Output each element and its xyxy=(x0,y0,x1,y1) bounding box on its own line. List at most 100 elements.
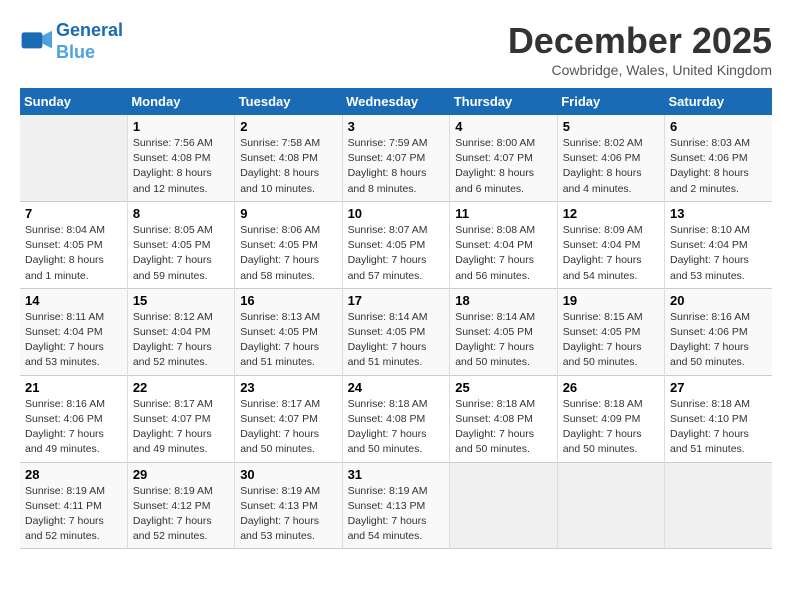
day-number: 16 xyxy=(240,293,336,308)
day-number: 18 xyxy=(455,293,551,308)
day-number: 10 xyxy=(348,206,445,221)
calendar-header-row: SundayMondayTuesdayWednesdayThursdayFrid… xyxy=(20,88,772,115)
day-number: 31 xyxy=(348,467,445,482)
day-number: 1 xyxy=(133,119,229,134)
page-header: General Blue December 2025 Cowbridge, Wa… xyxy=(20,20,772,78)
calendar-cell: 8Sunrise: 8:05 AM Sunset: 4:05 PM Daylig… xyxy=(127,201,234,288)
column-header-saturday: Saturday xyxy=(665,88,773,115)
day-number: 11 xyxy=(455,206,551,221)
logo-text: General Blue xyxy=(56,20,123,63)
calendar-cell: 3 Sunrise: 7:59 AM Sunset: 4:07 PM Daylig… xyxy=(342,115,450,201)
day-number: 24 xyxy=(348,380,445,395)
calendar-cell: 22 Sunrise: 8:17 AM Sunset: 4:07 PM Dayli… xyxy=(127,375,234,462)
day-number: 29 xyxy=(133,467,229,482)
calendar-cell: 14Sunrise: 8:11 AM Sunset: 4:04 PM Dayli… xyxy=(20,288,127,375)
calendar-cell: 13Sunrise: 8:10 AM Sunset: 4:04 PM Dayli… xyxy=(665,201,773,288)
calendar-cell: 27 Sunrise: 8:18 AM Sunset: 4:10 PM Dayli… xyxy=(665,375,773,462)
calendar-week-row: 14Sunrise: 8:11 AM Sunset: 4:04 PM Dayli… xyxy=(20,288,772,375)
day-number: 19 xyxy=(563,293,659,308)
day-info: Sunrise: 8:17 AM Sunset: 4:07 PM Dayligh… xyxy=(133,397,229,458)
day-info: Sunrise: 8:12 AM Sunset: 4:04 PM Dayligh… xyxy=(133,310,229,371)
day-info: Sunrise: 8:14 AM Sunset: 4:05 PM Dayligh… xyxy=(455,310,551,371)
column-header-tuesday: Tuesday xyxy=(235,88,342,115)
calendar-cell: 1 Sunrise: 7:56 AM Sunset: 4:08 PM Daylig… xyxy=(127,115,234,201)
calendar-cell: 23 Sunrise: 8:17 AM Sunset: 4:07 PM Dayli… xyxy=(235,375,342,462)
calendar-cell: 12 Sunrise: 8:09 AM Sunset: 4:04 PM Dayli… xyxy=(557,201,664,288)
calendar-cell: 11Sunrise: 8:08 AM Sunset: 4:04 PM Dayli… xyxy=(450,201,557,288)
calendar-table: SundayMondayTuesdayWednesdayThursdayFrid… xyxy=(20,88,772,549)
day-number: 12 xyxy=(563,206,659,221)
calendar-cell: 16 Sunrise: 8:13 AM Sunset: 4:05 PM Dayli… xyxy=(235,288,342,375)
day-number: 26 xyxy=(563,380,659,395)
column-header-sunday: Sunday xyxy=(20,88,127,115)
logo: General Blue xyxy=(20,20,123,63)
day-number: 27 xyxy=(670,380,767,395)
day-number: 20 xyxy=(670,293,767,308)
calendar-cell: 30Sunrise: 8:19 AM Sunset: 4:13 PM Dayli… xyxy=(235,462,342,549)
day-info: Sunrise: 8:15 AM Sunset: 4:05 PM Dayligh… xyxy=(563,310,659,371)
day-number: 22 xyxy=(133,380,229,395)
day-number: 5 xyxy=(563,119,659,134)
calendar-cell: 20 Sunrise: 8:16 AM Sunset: 4:06 PM Dayli… xyxy=(665,288,773,375)
day-number: 14 xyxy=(25,293,122,308)
month-title: December 2025 xyxy=(508,20,772,62)
day-info: Sunrise: 8:13 AM Sunset: 4:05 PM Dayligh… xyxy=(240,310,336,371)
calendar-cell: 29Sunrise: 8:19 AM Sunset: 4:12 PM Dayli… xyxy=(127,462,234,549)
day-number: 2 xyxy=(240,119,336,134)
calendar-cell: 5Sunrise: 8:02 AM Sunset: 4:06 PM Daylig… xyxy=(557,115,664,201)
calendar-cell xyxy=(557,462,664,549)
calendar-week-row: 7Sunrise: 8:04 AM Sunset: 4:05 PM Daylig… xyxy=(20,201,772,288)
column-header-thursday: Thursday xyxy=(450,88,557,115)
day-number: 28 xyxy=(25,467,122,482)
day-info: Sunrise: 8:18 AM Sunset: 4:08 PM Dayligh… xyxy=(455,397,551,458)
calendar-cell: 2 Sunrise: 7:58 AM Sunset: 4:08 PM Daylig… xyxy=(235,115,342,201)
calendar-cell: 25 Sunrise: 8:18 AM Sunset: 4:08 PM Dayli… xyxy=(450,375,557,462)
calendar-week-row: 21 Sunrise: 8:16 AM Sunset: 4:06 PM Dayli… xyxy=(20,375,772,462)
calendar-cell: 18 Sunrise: 8:14 AM Sunset: 4:05 PM Dayli… xyxy=(450,288,557,375)
day-info: Sunrise: 8:19 AM Sunset: 4:11 PM Dayligh… xyxy=(25,484,122,545)
location: Cowbridge, Wales, United Kingdom xyxy=(508,62,772,78)
calendar-cell: 28 Sunrise: 8:19 AM Sunset: 4:11 PM Dayli… xyxy=(20,462,127,549)
day-info: Sunrise: 7:56 AM Sunset: 4:08 PM Dayligh… xyxy=(133,136,229,197)
day-info: Sunrise: 8:07 AM Sunset: 4:05 PM Dayligh… xyxy=(348,223,445,284)
calendar-cell xyxy=(665,462,773,549)
column-header-wednesday: Wednesday xyxy=(342,88,450,115)
day-number: 8 xyxy=(133,206,229,221)
day-info: Sunrise: 8:16 AM Sunset: 4:06 PM Dayligh… xyxy=(25,397,122,458)
calendar-cell: 24 Sunrise: 8:18 AM Sunset: 4:08 PM Dayli… xyxy=(342,375,450,462)
calendar-cell: 4Sunrise: 8:00 AM Sunset: 4:07 PM Daylig… xyxy=(450,115,557,201)
day-info: Sunrise: 8:18 AM Sunset: 4:09 PM Dayligh… xyxy=(563,397,659,458)
calendar-cell: 17 Sunrise: 8:14 AM Sunset: 4:05 PM Dayli… xyxy=(342,288,450,375)
day-info: Sunrise: 8:17 AM Sunset: 4:07 PM Dayligh… xyxy=(240,397,336,458)
day-number: 21 xyxy=(25,380,122,395)
calendar-cell: 21 Sunrise: 8:16 AM Sunset: 4:06 PM Dayli… xyxy=(20,375,127,462)
calendar-cell: 10 Sunrise: 8:07 AM Sunset: 4:05 PM Dayli… xyxy=(342,201,450,288)
day-number: 15 xyxy=(133,293,229,308)
calendar-cell: 31 Sunrise: 8:19 AM Sunset: 4:13 PM Dayli… xyxy=(342,462,450,549)
day-info: Sunrise: 8:10 AM Sunset: 4:04 PM Dayligh… xyxy=(670,223,767,284)
calendar-cell: 7Sunrise: 8:04 AM Sunset: 4:05 PM Daylig… xyxy=(20,201,127,288)
title-block: December 2025 Cowbridge, Wales, United K… xyxy=(508,20,772,78)
column-header-monday: Monday xyxy=(127,88,234,115)
day-info: Sunrise: 7:59 AM Sunset: 4:07 PM Dayligh… xyxy=(348,136,445,197)
day-info: Sunrise: 8:06 AM Sunset: 4:05 PM Dayligh… xyxy=(240,223,336,284)
calendar-week-row: 1 Sunrise: 7:56 AM Sunset: 4:08 PM Daylig… xyxy=(20,115,772,201)
day-info: Sunrise: 8:14 AM Sunset: 4:05 PM Dayligh… xyxy=(348,310,445,371)
day-info: Sunrise: 8:09 AM Sunset: 4:04 PM Dayligh… xyxy=(563,223,659,284)
day-info: Sunrise: 8:18 AM Sunset: 4:10 PM Dayligh… xyxy=(670,397,767,458)
day-info: Sunrise: 8:00 AM Sunset: 4:07 PM Dayligh… xyxy=(455,136,551,197)
calendar-cell: 9Sunrise: 8:06 AM Sunset: 4:05 PM Daylig… xyxy=(235,201,342,288)
day-info: Sunrise: 8:18 AM Sunset: 4:08 PM Dayligh… xyxy=(348,397,445,458)
day-info: Sunrise: 8:16 AM Sunset: 4:06 PM Dayligh… xyxy=(670,310,767,371)
calendar-week-row: 28 Sunrise: 8:19 AM Sunset: 4:11 PM Dayli… xyxy=(20,462,772,549)
day-number: 17 xyxy=(348,293,445,308)
day-info: Sunrise: 8:03 AM Sunset: 4:06 PM Dayligh… xyxy=(670,136,767,197)
calendar-cell: 19 Sunrise: 8:15 AM Sunset: 4:05 PM Dayli… xyxy=(557,288,664,375)
day-number: 23 xyxy=(240,380,336,395)
logo-icon xyxy=(20,26,52,58)
day-number: 25 xyxy=(455,380,551,395)
day-number: 3 xyxy=(348,119,445,134)
day-info: Sunrise: 7:58 AM Sunset: 4:08 PM Dayligh… xyxy=(240,136,336,197)
day-info: Sunrise: 8:19 AM Sunset: 4:13 PM Dayligh… xyxy=(348,484,445,545)
day-info: Sunrise: 8:04 AM Sunset: 4:05 PM Dayligh… xyxy=(25,223,122,284)
